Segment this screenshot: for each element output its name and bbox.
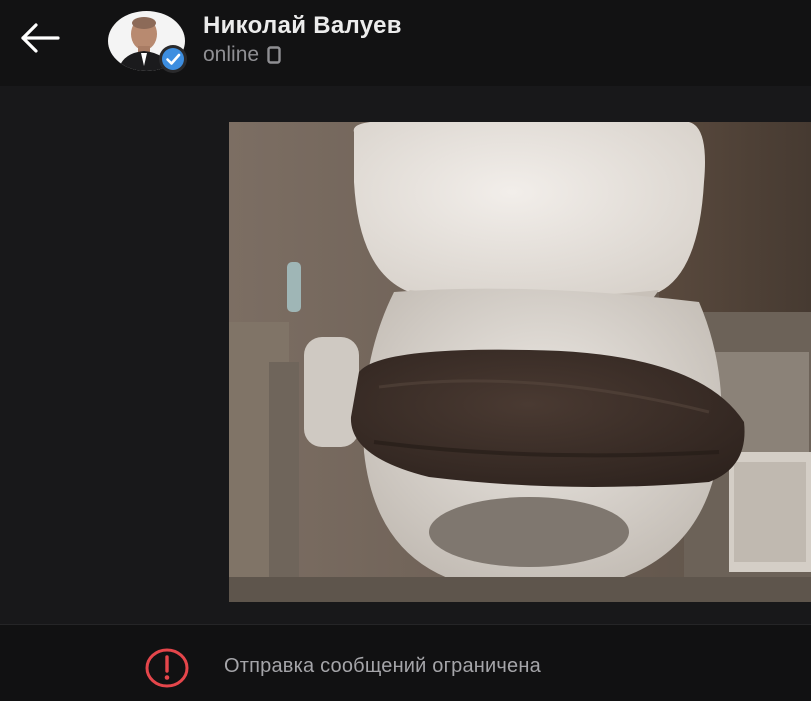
contact-avatar-wrap[interactable] [108,11,188,74]
message-photo [229,122,811,602]
device-icon [267,46,281,64]
contact-name[interactable]: Николай Валуев [203,12,402,40]
exclamation-circle-icon [145,648,189,688]
restriction-text: Отправка сообщений ограничена [224,655,541,677]
photo-message[interactable] [229,122,811,602]
verified-check-icon [158,44,188,74]
status-text: online [203,43,260,66]
chat-header: Николай Валуев online [0,0,811,86]
status-row: online [203,43,281,67]
arrow-left-icon [21,23,60,53]
back-button[interactable] [16,18,64,58]
